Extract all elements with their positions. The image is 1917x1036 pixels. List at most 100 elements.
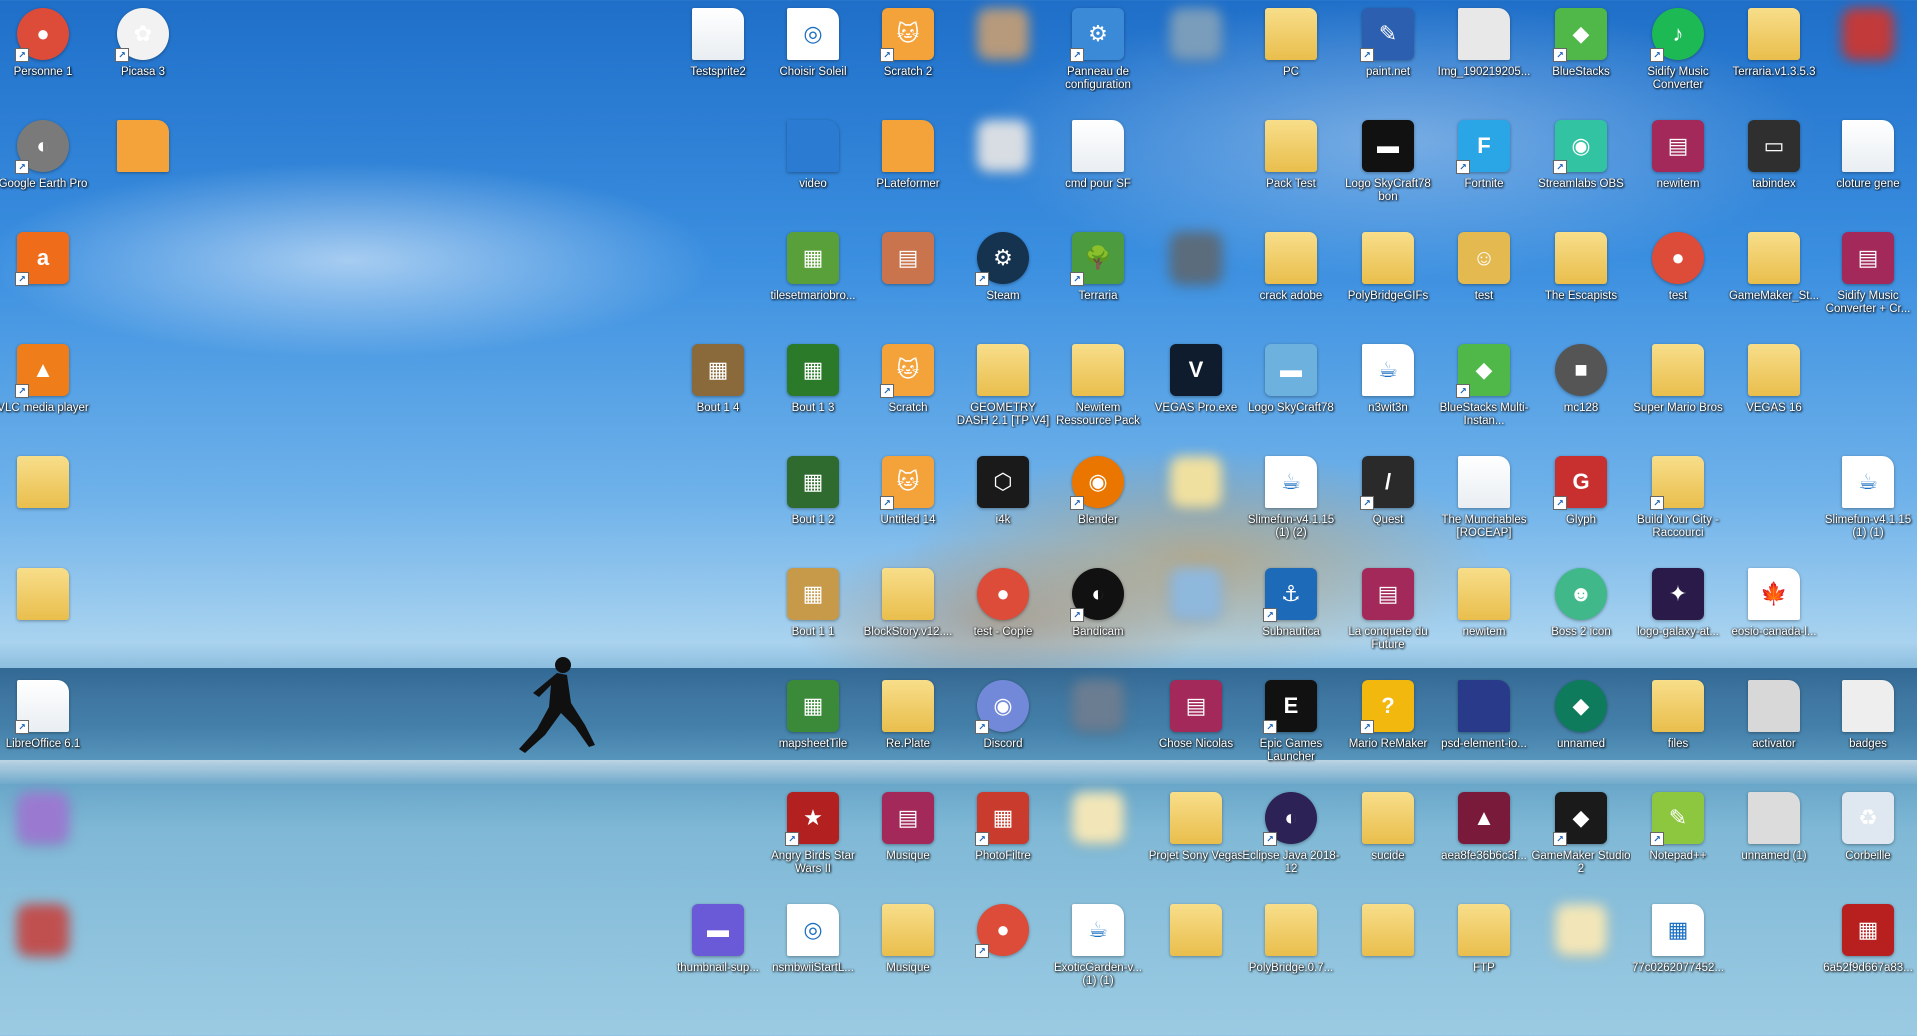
desktop-icon[interactable]: ⬡ i4k bbox=[958, 448, 1048, 558]
desktop-icon[interactable]: ▦ mapsheetTile bbox=[768, 672, 858, 782]
desktop-icon[interactable]: ▤ bbox=[863, 224, 953, 334]
desktop-icon[interactable] bbox=[1536, 896, 1626, 1006]
desktop-icon[interactable] bbox=[958, 112, 1048, 222]
desktop-icon[interactable]: ★ ↗ Angry Birds Star Wars II bbox=[768, 784, 858, 894]
desktop-icon[interactable]: ▤ La conquete du Future bbox=[1343, 560, 1433, 670]
desktop-icon[interactable] bbox=[1053, 672, 1143, 782]
desktop-icon[interactable]: ◎ Choisir Soleil bbox=[768, 0, 858, 110]
desktop-icon[interactable]: ◆ ↗ BlueStacks bbox=[1536, 0, 1626, 110]
desktop-icon[interactable]: PolyBridgeGIFs bbox=[1343, 224, 1433, 334]
desktop-icon[interactable]: 🌳 ↗ Terraria bbox=[1053, 224, 1143, 334]
desktop-icon[interactable]: ▤ Musique bbox=[863, 784, 953, 894]
desktop-icon[interactable]: ▬ Logo SkyCraft78 bbox=[1246, 336, 1336, 446]
desktop-icon[interactable]: ◆ unnamed bbox=[1536, 672, 1626, 782]
desktop-icon[interactable]: Projet Sony Vegas bbox=[1149, 784, 1243, 894]
desktop-icon[interactable]: VEGAS 16 bbox=[1729, 336, 1819, 446]
desktop-icon[interactable]: ■ mc128 bbox=[1536, 336, 1626, 446]
desktop-icon[interactable]: ☕ Slimefun-v4.1.15 (1) (2) bbox=[1246, 448, 1336, 558]
desktop-icon[interactable]: ▤ Sidify Music Converter + Cr... bbox=[1823, 224, 1913, 334]
desktop-icon[interactable]: ▦ 77c0262077452... bbox=[1632, 896, 1724, 1006]
desktop-icon[interactable]: ⚓ ↗ Subnautica bbox=[1246, 560, 1336, 670]
desktop-icon[interactable]: ↗ Build Your City - Raccourci bbox=[1633, 448, 1723, 558]
desktop-icon[interactable]: Testsprite2 bbox=[673, 0, 763, 110]
desktop-icon[interactable] bbox=[0, 448, 88, 558]
desktop-icon[interactable]: Newitem Ressource Pack bbox=[1053, 336, 1143, 446]
desktop-icon[interactable]: ▲ aea8fe36b6c3f... bbox=[1439, 784, 1529, 894]
desktop-icon[interactable]: G ↗ Glyph bbox=[1536, 448, 1626, 558]
desktop-icon[interactable]: ◆ ↗ BlueStacks Multi-Instan... bbox=[1439, 336, 1529, 446]
desktop-icon[interactable]: ☻ Boss 2 icon bbox=[1536, 560, 1626, 670]
desktop-icon[interactable]: ✦ logo-galaxy-at... bbox=[1633, 560, 1723, 670]
desktop-icon[interactable]: BlockStory.v12.... bbox=[863, 560, 953, 670]
desktop-icon[interactable]: ◐ ↗ Bandicam bbox=[1053, 560, 1143, 670]
desktop-icon[interactable]: PC bbox=[1246, 0, 1336, 110]
desktop-icon[interactable]: ◆ ↗ GameMaker Studio 2 bbox=[1531, 784, 1631, 894]
desktop-icon[interactable] bbox=[1343, 896, 1433, 1006]
desktop-icon[interactable]: ▤ Chose Nicolas bbox=[1151, 672, 1241, 782]
desktop-icon[interactable]: ✎ ↗ paint.net bbox=[1343, 0, 1433, 110]
desktop-icon[interactable]: ⚙ ↗ Panneau de configuration bbox=[1053, 0, 1143, 110]
desktop-icon[interactable]: 🍁 eosio-canada-l... bbox=[1729, 560, 1819, 670]
desktop-icon[interactable]: E ↗ Epic Games Launcher bbox=[1246, 672, 1336, 782]
desktop-icon[interactable]: ● ↗ bbox=[958, 896, 1048, 1006]
desktop-icon[interactable]: ▲ ↗ VLC media player bbox=[0, 336, 89, 446]
desktop-icon[interactable]: ⚙ ↗ Steam bbox=[958, 224, 1048, 334]
desktop-icon[interactable]: ▤ newitem bbox=[1633, 112, 1723, 222]
desktop-icon[interactable]: ◐ ↗ Eclipse Java 2018-12 bbox=[1242, 784, 1340, 894]
desktop-icon[interactable]: files bbox=[1633, 672, 1723, 782]
desktop-icon[interactable]: PolyBridge.0.7... bbox=[1246, 896, 1336, 1006]
desktop-icon[interactable]: / ↗ Quest bbox=[1343, 448, 1433, 558]
desktop-icon[interactable]: 🐱 ↗ Untitled 14 bbox=[863, 448, 953, 558]
desktop-icon[interactable]: 🐱 ↗ Scratch bbox=[863, 336, 953, 446]
desktop-icon[interactable]: ▦ Bout 1 1 bbox=[768, 560, 858, 670]
desktop-icon[interactable]: FTP bbox=[1439, 896, 1529, 1006]
desktop-icon[interactable] bbox=[1151, 448, 1241, 558]
desktop-icon[interactable]: ↗ LibreOffice 6.1 bbox=[0, 672, 88, 782]
desktop-icon[interactable]: Re.Plate bbox=[863, 672, 953, 782]
desktop-icon[interactable]: ▦ unnamed (1) bbox=[1729, 784, 1819, 894]
desktop-icon[interactable]: ◐ ↗ Google Earth Pro bbox=[0, 112, 88, 222]
desktop-icon[interactable] bbox=[0, 560, 88, 670]
desktop-icon[interactable]: Img_190219205... bbox=[1438, 0, 1530, 110]
desktop-icon[interactable]: ▬ thumbnail-sup... bbox=[673, 896, 763, 1006]
desktop-icon[interactable]: cloture gene bbox=[1823, 112, 1913, 222]
desktop-icon[interactable]: sucide bbox=[1343, 784, 1433, 894]
desktop-icon[interactable]: ▦ Bout 1 3 bbox=[768, 336, 858, 446]
desktop-icon[interactable]: ? ↗ Mario ReMaker bbox=[1343, 672, 1433, 782]
desktop-icon[interactable]: GEOMETRY DASH 2.1 [TP V4] bbox=[957, 336, 1049, 446]
desktop-icon[interactable]: newitem bbox=[1439, 560, 1529, 670]
desktop-icon[interactable]: The Escapists bbox=[1536, 224, 1626, 334]
desktop-icon[interactable]: ✦ psd-element-io... bbox=[1439, 672, 1529, 782]
desktop-icon[interactable]: ▦ tilesetmariobro... bbox=[768, 224, 858, 334]
desktop-icon[interactable] bbox=[0, 896, 88, 1006]
desktop-icon[interactable]: Super Mario Bros bbox=[1633, 336, 1723, 446]
desktop-icon[interactable]: GameMaker_St... bbox=[1729, 224, 1819, 334]
desktop-icon[interactable]: ▬ Logo SkyCraft78 bon bbox=[1343, 112, 1433, 222]
desktop-icon[interactable]: 🐱 PLateformer bbox=[863, 112, 953, 222]
desktop-icon[interactable] bbox=[1151, 0, 1241, 110]
desktop-icon[interactable]: Musique bbox=[863, 896, 953, 1006]
desktop-icon[interactable]: cmd pour SF bbox=[1053, 112, 1143, 222]
desktop-icon[interactable]: ● ↗ Personne 1 bbox=[0, 0, 88, 110]
desktop-icon[interactable]: 🐱 bbox=[98, 112, 188, 222]
desktop-icon[interactable]: ⚙ activator bbox=[1729, 672, 1819, 782]
desktop-icon[interactable] bbox=[1053, 784, 1143, 894]
desktop-icon[interactable]: F ↗ Fortnite bbox=[1439, 112, 1529, 222]
desktop-icon[interactable]: ▭ tabindex bbox=[1729, 112, 1819, 222]
desktop-icon[interactable]: 🐱 ↗ Scratch 2 bbox=[863, 0, 953, 110]
desktop-icon[interactable]: ◎ nsmbwiiStartL... bbox=[768, 896, 858, 1006]
desktop-icon[interactable] bbox=[1151, 224, 1241, 334]
desktop-icon[interactable]: ✎ ↗ Notepad++ bbox=[1633, 784, 1723, 894]
desktop-icon[interactable]: a ↗ bbox=[0, 224, 88, 334]
desktop-icon[interactable] bbox=[0, 784, 88, 894]
desktop-icon[interactable] bbox=[1151, 560, 1241, 670]
desktop-icon[interactable]: ☕ n3wit3n bbox=[1343, 336, 1433, 446]
desktop-icon[interactable]: ✿ ↗ Picasa 3 bbox=[98, 0, 188, 110]
desktop-icon[interactable]: ♪ ↗ Sidify Music Converter bbox=[1633, 0, 1723, 110]
desktop-icon[interactable]: ● test bbox=[1633, 224, 1723, 334]
desktop-icon[interactable]: ▦ badges bbox=[1823, 672, 1913, 782]
desktop-icon[interactable]: ▦ 6a52f9d667a83... bbox=[1823, 896, 1913, 1006]
desktop-icon[interactable]: Pack Test bbox=[1246, 112, 1336, 222]
desktop-icon[interactable]: ♻ Corbeille bbox=[1823, 784, 1913, 894]
desktop-icon[interactable]: Terraria.v1.3.5.3 bbox=[1729, 0, 1819, 110]
